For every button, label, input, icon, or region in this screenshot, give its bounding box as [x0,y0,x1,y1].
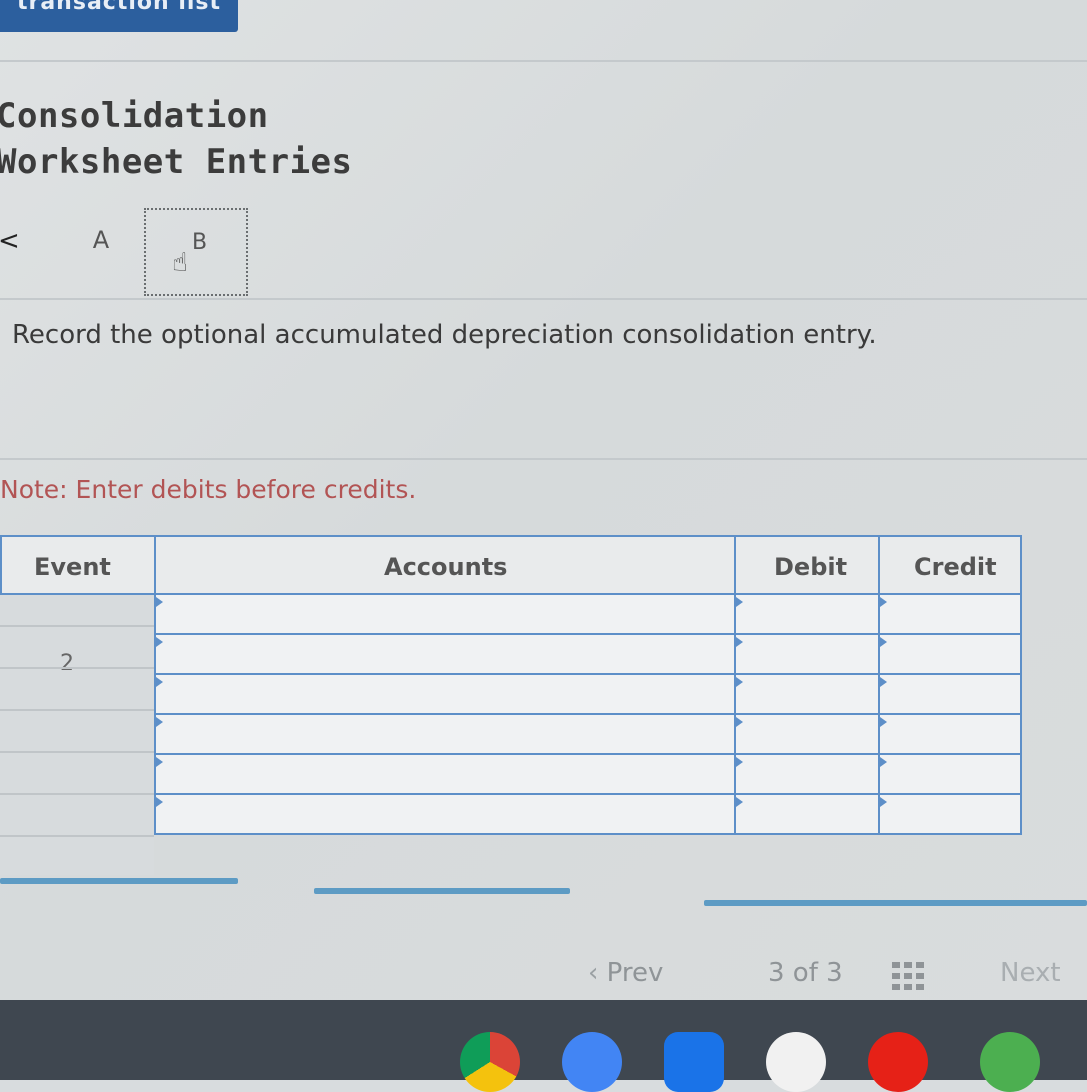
worksheet-screen: transaction list Consolidation Worksheet… [0,0,1087,1000]
column-header-accounts: Accounts [154,535,736,595]
credit-input[interactable] [878,793,1022,835]
account-input[interactable] [154,753,736,795]
divider [0,60,1087,62]
account-input[interactable] [154,673,736,715]
instruction-text: Record the optional accumulated deprecia… [12,320,877,350]
chevron-left-icon: ‹ [588,958,599,988]
chrome-icon[interactable] [460,1032,520,1092]
divider [0,298,1087,300]
transaction-list-button[interactable]: transaction list [0,0,238,32]
event-column: 2 [0,595,154,875]
tab-a[interactable]: A [86,226,116,258]
note-text: Note: Enter debits before credits. [0,475,417,504]
page-title-line1: Consolidation [0,96,269,136]
column-header-credit: Credit [878,535,1022,595]
column-header-event-label: Event [34,553,111,581]
debit-input[interactable] [734,633,880,675]
prev-label: Prev [606,958,664,988]
debit-input[interactable] [734,753,880,795]
row-divider [0,667,154,669]
row-divider [0,835,154,837]
view-general-journal-button-underline[interactable] [704,900,1087,906]
divider [0,458,1087,460]
row-divider [0,625,154,627]
debit-input[interactable] [734,673,880,715]
files-icon[interactable] [664,1032,724,1092]
taskbar [0,1000,1087,1092]
docs-icon[interactable] [562,1032,622,1092]
event-number: 2 [60,651,74,676]
column-header-debit: Debit [734,535,880,595]
column-header-accounts-label: Accounts [384,553,508,581]
tab-prev-arrow-icon[interactable]: < [0,226,20,256]
youtube-icon[interactable] [868,1032,928,1092]
row-divider [0,751,154,753]
tab-b-label: B [192,230,208,255]
row-divider [0,793,154,795]
credit-input[interactable] [878,633,1022,675]
debit-input[interactable] [734,793,880,835]
debit-input[interactable] [734,713,880,755]
row-divider [0,709,154,711]
debit-input[interactable] [734,593,880,635]
account-input[interactable] [154,713,736,755]
column-header-event: Event [0,535,156,595]
hand-pointer-icon: ☝ [172,248,188,278]
account-input[interactable] [154,793,736,835]
account-input[interactable] [154,593,736,635]
credit-input[interactable] [878,673,1022,715]
record-entry-button-underline[interactable] [0,878,238,884]
journal-entry-table: Event Accounts Debit Credit 2 [0,535,1022,880]
clear-entry-button-underline[interactable] [314,888,570,894]
column-header-debit-label: Debit [774,553,848,581]
grid-icon[interactable] [892,962,926,999]
credit-input[interactable] [878,713,1022,755]
page-title-line2: Worksheet Entries [0,142,353,182]
page-indicator: 3 of 3 [768,958,843,988]
account-input[interactable] [154,633,736,675]
credit-input[interactable] [878,753,1022,795]
next-button[interactable]: Next [1000,958,1061,988]
maps-icon[interactable] [980,1032,1040,1092]
gmail-icon[interactable] [766,1032,826,1092]
prev-button[interactable]: ‹ Prev [588,958,663,988]
tab-b[interactable]: B ☝ [144,208,248,296]
column-header-credit-label: Credit [914,553,997,581]
transaction-list-label: transaction list [16,0,222,15]
credit-input[interactable] [878,593,1022,635]
